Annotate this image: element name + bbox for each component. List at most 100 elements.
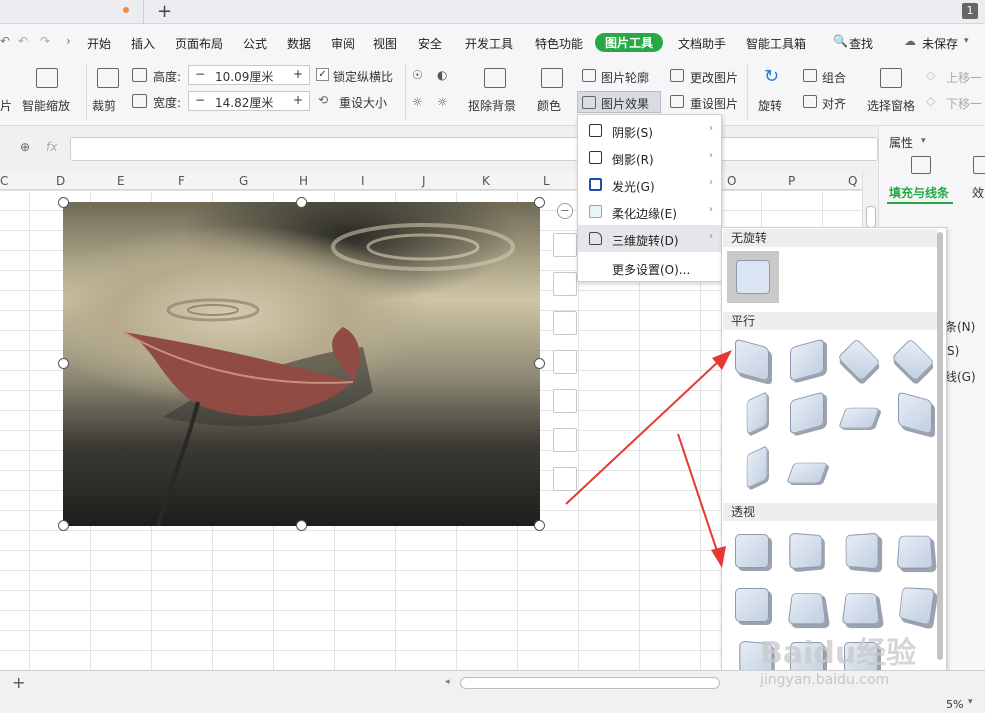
resize-handle-br[interactable]: [534, 520, 545, 531]
resize-handle-r[interactable]: [534, 358, 545, 369]
menu-home[interactable]: 开始: [87, 35, 111, 52]
col-header-o[interactable]: O: [727, 174, 736, 188]
resize-handle-bl[interactable]: [58, 520, 69, 531]
menu-item-glow[interactable]: 发光(G) ›: [578, 171, 721, 198]
horizontal-scroll-thumb[interactable]: [460, 677, 720, 689]
remove-background-button[interactable]: 抠除背景: [468, 97, 516, 114]
col-header-g[interactable]: G: [239, 174, 248, 188]
contrast-down-icon[interactable]: ☼: [437, 95, 448, 109]
height-minus-button[interactable]: −: [195, 67, 205, 81]
collapse-tools-icon[interactable]: −: [557, 203, 573, 219]
menu-developer[interactable]: 开发工具: [465, 35, 513, 52]
preset-perspective-2[interactable]: [789, 533, 822, 570]
lock-ratio-checkbox[interactable]: ✓: [316, 68, 329, 81]
zoom-level[interactable]: 5%: [946, 698, 963, 711]
menu-view[interactable]: 视图: [373, 35, 397, 52]
brightness-down-icon[interactable]: ☼: [412, 95, 423, 109]
add-sheet-button[interactable]: +: [12, 673, 25, 692]
new-tab-button[interactable]: +: [157, 1, 172, 22]
menu-search[interactable]: 查找: [849, 35, 873, 52]
reset-picture-button[interactable]: 重设图片: [690, 95, 738, 112]
undo-arrow-icon[interactable]: ↶: [18, 34, 28, 48]
preset-parallel-6[interactable]: [790, 391, 824, 434]
preset-perspective-4[interactable]: [897, 536, 934, 569]
preset-parallel-3[interactable]: [837, 338, 880, 381]
zoom-cell-icon[interactable]: ⊕: [20, 140, 30, 154]
width-input[interactable]: − 14.82厘米 +: [188, 91, 310, 111]
chevron-down-icon[interactable]: ▾: [964, 36, 969, 46]
group-button[interactable]: 组合: [822, 69, 846, 86]
quick-access-dropdown-icon[interactable]: ›: [66, 34, 71, 48]
menu-insert[interactable]: 插入: [131, 35, 155, 52]
preset-perspective-7[interactable]: [842, 593, 881, 624]
col-header-f[interactable]: F: [178, 174, 185, 188]
menu-smart-toolbox[interactable]: 智能工具箱: [746, 35, 806, 52]
send-backward-icon[interactable]: ◇: [926, 94, 935, 108]
menu-item-soft-edges[interactable]: 柔化边缘(E) ›: [578, 198, 721, 225]
save-status[interactable]: 未保存: [922, 35, 958, 52]
menu-item-shadow[interactable]: 阴影(S) ›: [578, 117, 721, 144]
menu-special[interactable]: 特色功能: [535, 35, 583, 52]
col-header-i[interactable]: I: [361, 174, 365, 188]
bring-forward-button[interactable]: 上移一: [946, 69, 982, 86]
col-header-h[interactable]: H: [299, 174, 308, 188]
bring-forward-icon[interactable]: ◇: [926, 68, 935, 82]
leaf-picture[interactable]: [63, 202, 540, 526]
col-header-l[interactable]: L: [543, 174, 550, 188]
menu-item-reflection[interactable]: 倒影(R) ›: [578, 144, 721, 171]
preset-no-rotation[interactable]: [727, 251, 779, 303]
tab-effect[interactable]: 效: [972, 184, 984, 201]
menu-item-more-settings[interactable]: 更多设置(O)...: [578, 254, 721, 281]
redo-icon[interactable]: ↷: [40, 34, 50, 48]
remove-bg-tool-icon[interactable]: [553, 272, 577, 296]
panel-option-s[interactable]: S): [947, 344, 959, 358]
send-backward-button[interactable]: 下移一: [946, 95, 982, 112]
col-header-p[interactable]: P: [788, 174, 795, 188]
menu-page-layout[interactable]: 页面布局: [175, 35, 223, 52]
menu-formula[interactable]: 公式: [243, 35, 267, 52]
col-header-c[interactable]: C: [0, 174, 8, 188]
resize-handle-b[interactable]: [296, 520, 307, 531]
menu-doc-assistant[interactable]: 文档助手: [678, 35, 726, 52]
preset-parallel-4[interactable]: [891, 338, 934, 381]
picture-effect-button-bg[interactable]: 图片效果: [577, 91, 661, 113]
preset-parallel-7[interactable]: [838, 408, 879, 428]
resize-handle-l[interactable]: [58, 358, 69, 369]
crop-button[interactable]: 裁剪: [92, 97, 116, 114]
panel-option-g[interactable]: 线(G): [945, 368, 976, 385]
preset-perspective-3[interactable]: [846, 533, 879, 570]
preset-parallel-2[interactable]: [790, 338, 824, 381]
width-plus-button[interactable]: +: [293, 93, 303, 107]
fx-icon[interactable]: fx: [46, 140, 57, 154]
property-title[interactable]: 属性: [889, 134, 913, 151]
contrast-up-icon[interactable]: ◐: [437, 68, 447, 82]
resize-handle-tr[interactable]: [534, 197, 545, 208]
cloud-icon[interactable]: ☁: [904, 34, 916, 48]
height-value[interactable]: 10.09厘米: [215, 68, 273, 85]
preset-perspective-5[interactable]: [735, 588, 769, 622]
menu-picture-tools[interactable]: 图片工具: [595, 33, 663, 52]
reset-size-button[interactable]: 重设大小: [339, 94, 387, 111]
preset-parallel-8[interactable]: [898, 391, 932, 434]
width-value[interactable]: 14.82厘米: [215, 94, 273, 111]
resize-handle-tl[interactable]: [58, 197, 69, 208]
rotate-button[interactable]: 旋转: [758, 97, 782, 114]
menu-item-3d-rotation[interactable]: 三维旋转(D) ›: [578, 225, 721, 252]
menu-review[interactable]: 审阅: [331, 35, 355, 52]
menu-security[interactable]: 安全: [418, 35, 442, 52]
align-button[interactable]: 对齐: [822, 95, 846, 112]
preset-perspective-8[interactable]: [899, 587, 936, 626]
color-button[interactable]: 颜色: [537, 97, 561, 114]
height-plus-button[interactable]: +: [293, 67, 303, 81]
tab-fill-line[interactable]: 填充与线条: [889, 184, 949, 201]
col-header-q[interactable]: Q: [848, 174, 857, 188]
chevron-down-icon[interactable]: ▾: [968, 697, 973, 707]
lock-ratio-label[interactable]: 锁定纵横比: [333, 68, 393, 85]
picture-outline-button[interactable]: 图片轮廓: [601, 69, 649, 86]
window-count-badge[interactable]: 1: [962, 3, 978, 19]
col-header-k[interactable]: K: [482, 174, 490, 188]
preset-parallel-10[interactable]: [786, 463, 827, 483]
preset-perspective-6[interactable]: [788, 593, 827, 624]
picture-effect-button[interactable]: 图片效果: [601, 95, 649, 112]
menu-data[interactable]: 数据: [287, 35, 311, 52]
